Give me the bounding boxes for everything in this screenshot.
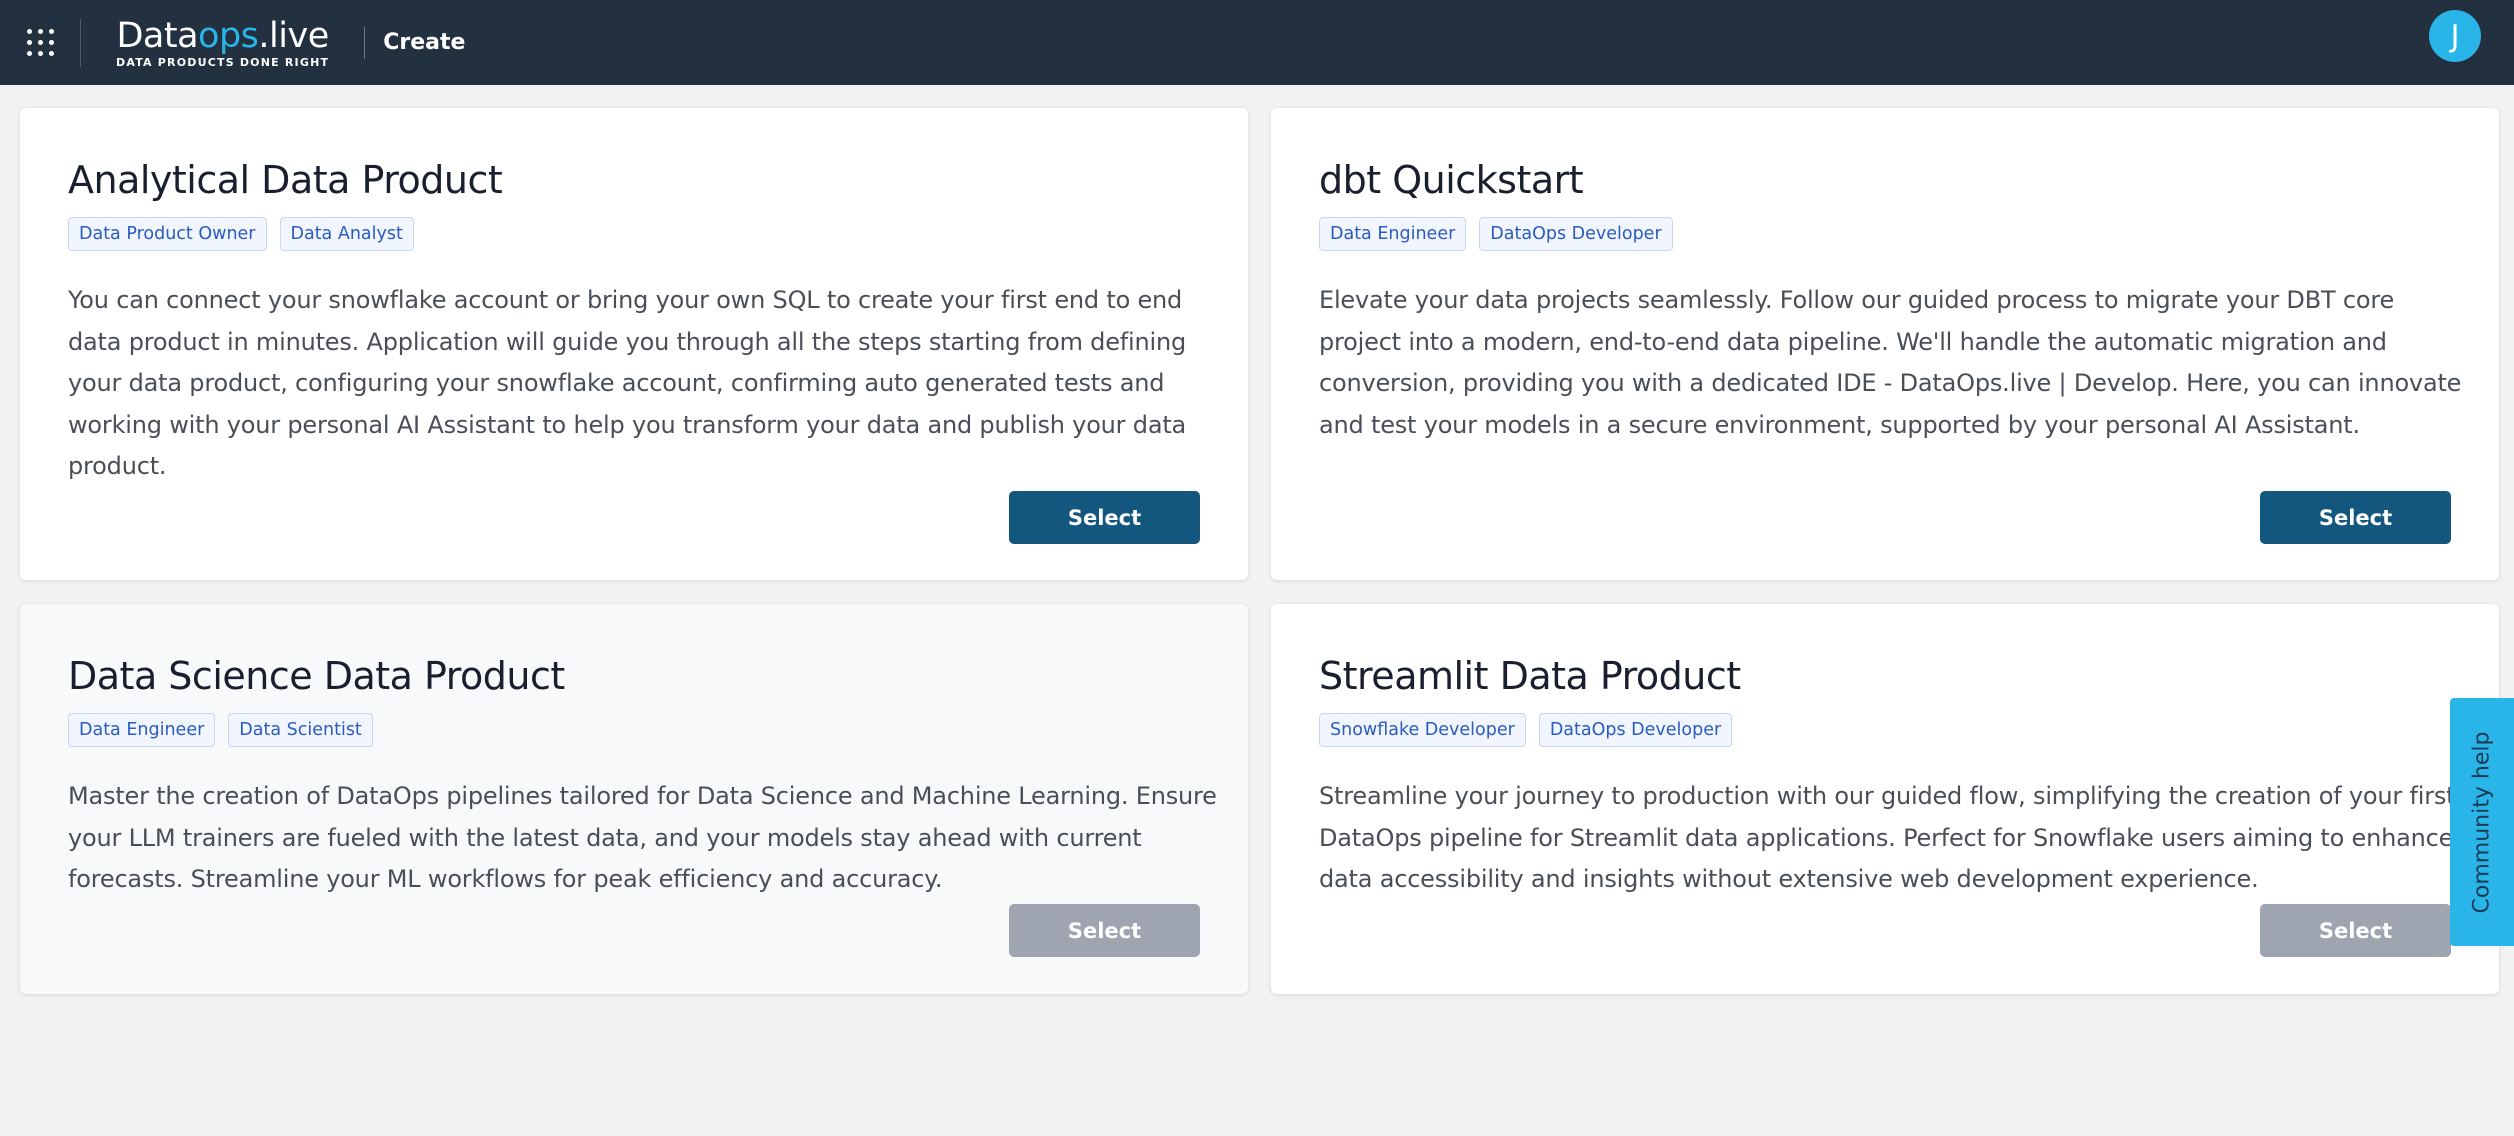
community-help-tab[interactable]: Community help [2450, 698, 2514, 946]
role-tag: DataOps Developer [1479, 217, 1673, 251]
role-tag: Data Product Owner [68, 217, 267, 251]
role-tags: Data Product Owner Data Analyst [68, 217, 414, 251]
select-button[interactable]: Select [1009, 904, 1200, 957]
top-header: Dataops.live DATA PRODUCTS DONE RIGHT Cr… [0, 0, 2514, 85]
card-title: Data Science Data Product [68, 654, 565, 698]
card-description: Master the creation of DataOps pipelines… [68, 782, 1217, 893]
role-tags: Data Engineer Data Scientist [68, 713, 373, 747]
card-description: You can connect your snowflake account o… [68, 286, 1187, 480]
role-tags: Snowflake Developer DataOps Developer [1319, 713, 1733, 747]
template-card-data-science: Data Science Data Product Data Engineer … [20, 604, 1248, 994]
card-description: Elevate your data projects seamlessly. F… [1319, 286, 2462, 439]
select-button[interactable]: Select [1009, 491, 1200, 544]
select-button[interactable]: Select [2260, 491, 2451, 544]
title-divider [364, 26, 366, 59]
card-title: Streamlit Data Product [1319, 654, 1741, 698]
dataops-logo[interactable]: Dataops.live DATA PRODUCTS DONE RIGHT [116, 17, 329, 69]
template-card-analytical: Analytical Data Product Data Product Own… [20, 108, 1248, 580]
role-tag: Data Engineer [1319, 217, 1467, 251]
user-avatar[interactable]: J [2429, 10, 2481, 62]
logo-tagline: DATA PRODUCTS DONE RIGHT [116, 55, 330, 69]
community-help-label: Community help [2469, 731, 2495, 913]
role-tags: Data Engineer DataOps Developer [1319, 217, 1673, 251]
template-card-dbt: dbt Quickstart Data Engineer DataOps Dev… [1271, 108, 2499, 580]
page-title: Create [383, 30, 466, 55]
role-tag: Data Analyst [279, 217, 414, 251]
grid-icon [26, 29, 54, 56]
card-title: Analytical Data Product [68, 158, 503, 202]
role-tag: Snowflake Developer [1319, 713, 1526, 747]
role-tag: Data Engineer [68, 713, 216, 747]
logo-wordmark: Dataops.live [116, 15, 329, 56]
card-title: dbt Quickstart [1319, 158, 1584, 202]
template-card-streamlit: Streamlit Data Product Snowflake Develop… [1271, 604, 2499, 994]
app-launcher-button[interactable] [0, 0, 80, 85]
role-tag: Data Scientist [228, 713, 373, 747]
card-description: Streamline your journey to production wi… [1319, 782, 2456, 893]
header-divider [80, 18, 81, 67]
role-tag: DataOps Developer [1538, 713, 1733, 747]
select-button[interactable]: Select [2260, 904, 2451, 957]
